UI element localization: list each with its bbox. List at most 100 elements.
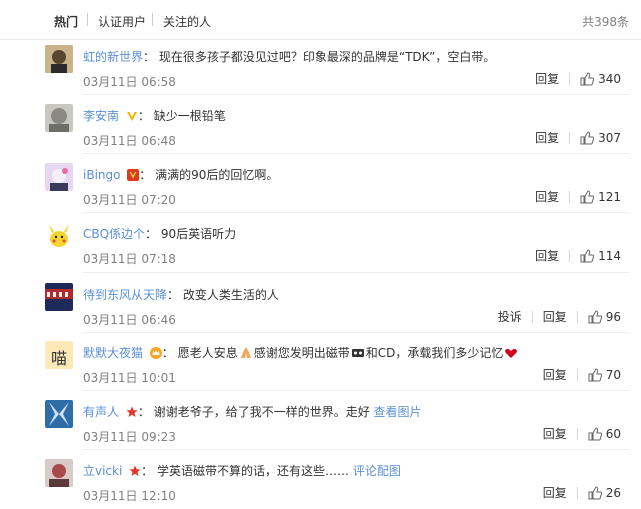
- like-count: 114: [598, 248, 621, 263]
- comment-text: 现在很多孩子都没见过吧？印象最深的品牌是“TDK”，空白带。: [158, 50, 496, 64]
- comment-actions: 回复 307: [535, 129, 621, 146]
- pray-emoji-icon: [240, 347, 251, 358]
- avatar[interactable]: [45, 283, 73, 311]
- crown-badge-icon: [149, 347, 162, 359]
- comment-actions: 回复 70: [543, 366, 621, 383]
- action-divider: [569, 190, 571, 203]
- verified-v-icon: [126, 112, 137, 121]
- reply-button[interactable]: 回复: [543, 425, 567, 442]
- report-button[interactable]: 投诉: [498, 308, 522, 325]
- username-link[interactable]: CBQ係边个: [83, 227, 145, 241]
- comment-image-link[interactable]: 评论配图: [353, 464, 401, 478]
- comment-actions: 回复 340: [535, 70, 621, 87]
- username-link[interactable]: 立vicki: [83, 464, 122, 478]
- avatar-photo-icon: [45, 400, 73, 428]
- action-divider: [569, 249, 571, 262]
- comment-text: 谢谢老爷子，给了我不一样的世界。走好: [153, 405, 370, 419]
- comment-time: 03月11日 06:46: [83, 313, 176, 327]
- thumbs-up-icon: [580, 71, 595, 85]
- comment-text-part2: 感谢您发明出磁带: [253, 346, 350, 360]
- divider: [83, 332, 629, 333]
- avatar-photo-icon: [45, 104, 73, 132]
- reply-button[interactable]: 回复: [535, 247, 559, 264]
- divider: [83, 212, 629, 213]
- comment-actions: 回复 60: [543, 425, 621, 442]
- avatar[interactable]: [45, 104, 73, 132]
- avatar-pikachu-icon: [45, 222, 73, 250]
- avatar[interactable]: 喵: [45, 341, 73, 369]
- thumbs-up-icon: [580, 248, 595, 262]
- like-button[interactable]: 340: [580, 72, 621, 86]
- comment-text-part3: 和CD，承载我们多少记忆: [365, 346, 504, 360]
- like-button[interactable]: 70: [588, 368, 621, 382]
- reply-button[interactable]: 回复: [543, 484, 567, 501]
- comment-actions: 回复 26: [543, 484, 621, 501]
- action-divider: [576, 427, 578, 440]
- like-button[interactable]: 60: [588, 427, 621, 441]
- tab-hot[interactable]: 热门: [54, 13, 78, 30]
- comment-actions: 回复 121: [535, 188, 621, 205]
- comment-text: 满满的90后的回忆啊。: [155, 168, 279, 182]
- username-link[interactable]: 有声人: [83, 405, 119, 419]
- reply-button[interactable]: 回复: [535, 129, 559, 146]
- avatar[interactable]: [45, 400, 73, 428]
- colon: ：: [137, 405, 150, 419]
- avatar[interactable]: [45, 222, 73, 250]
- username-link[interactable]: iBingo: [83, 168, 120, 182]
- like-button[interactable]: 121: [580, 190, 621, 204]
- username-link[interactable]: 李安南: [83, 109, 119, 123]
- comment-body: CBQ係边个： 90后英语听力: [83, 225, 236, 242]
- username-link[interactable]: 待到东风从天降: [83, 288, 167, 302]
- comment-text: 学英语磁带不算的话，还有这些……: [157, 464, 350, 478]
- action-divider: [576, 368, 578, 381]
- comment-panel: 热门 认证用户 关注的人 共398条 虹的新世界 ： 现在很多孩子都没见过吧？印象…: [0, 0, 641, 509]
- tab-verified[interactable]: 认证用户: [98, 13, 146, 30]
- vip-badge-icon: [127, 169, 140, 181]
- reply-button[interactable]: 回复: [543, 366, 567, 383]
- action-divider: [576, 486, 578, 499]
- comment-text: 缺少一根铅笔: [153, 109, 226, 123]
- thumbs-up-icon: [588, 309, 602, 323]
- like-button[interactable]: 114: [580, 249, 621, 263]
- reply-button[interactable]: 回复: [535, 188, 559, 205]
- colon: ：: [161, 346, 174, 360]
- action-divider: [576, 310, 578, 323]
- like-button[interactable]: 96: [588, 310, 621, 324]
- avatar-photo-icon: [45, 163, 73, 191]
- divider: [83, 449, 629, 450]
- like-count: 70: [605, 367, 621, 382]
- colon: ：: [137, 109, 150, 123]
- comment-actions: 回复 114: [535, 247, 621, 264]
- comment-count: 共398条: [582, 15, 629, 29]
- divider: [83, 94, 629, 95]
- reply-button[interactable]: 回复: [543, 308, 567, 325]
- like-button[interactable]: 307: [580, 131, 621, 145]
- comment-time: 03月11日 07:20: [83, 193, 176, 207]
- view-image-link[interactable]: 查看图片: [374, 405, 422, 419]
- avatar-photo-icon: [45, 459, 73, 487]
- reply-button[interactable]: 回复: [535, 70, 559, 87]
- tab-following[interactable]: 关注的人: [163, 13, 211, 30]
- divider: [83, 390, 629, 391]
- avatar[interactable]: [45, 459, 73, 487]
- like-count: 60: [605, 426, 621, 441]
- comment-time: 03月11日 07:18: [83, 252, 176, 266]
- avatar[interactable]: [45, 163, 73, 191]
- avatar[interactable]: [45, 45, 73, 73]
- comment-tabs: 热门 认证用户 关注的人 共398条: [0, 0, 641, 40]
- comment-body: 李安南 ： 缺少一根铅笔: [83, 107, 226, 124]
- comment-actions: 投诉 回复 96: [498, 308, 621, 325]
- avatar-text: 喵: [50, 349, 67, 368]
- like-count: 307: [598, 130, 621, 145]
- thumbs-up-icon: [580, 189, 595, 203]
- like-count: 96: [605, 309, 621, 324]
- comment-time: 03月11日 06:58: [83, 75, 176, 89]
- comment-time: 03月11日 06:48: [83, 134, 176, 148]
- like-button[interactable]: 26: [588, 486, 621, 500]
- comment-text-part1: 愿老人安息: [177, 346, 238, 360]
- username-link[interactable]: 默默大夜猫: [83, 346, 143, 360]
- like-count: 26: [605, 485, 621, 500]
- divider: [83, 272, 629, 273]
- username-link[interactable]: 虹的新世界: [83, 50, 143, 64]
- heart-emoji-icon: [505, 349, 518, 358]
